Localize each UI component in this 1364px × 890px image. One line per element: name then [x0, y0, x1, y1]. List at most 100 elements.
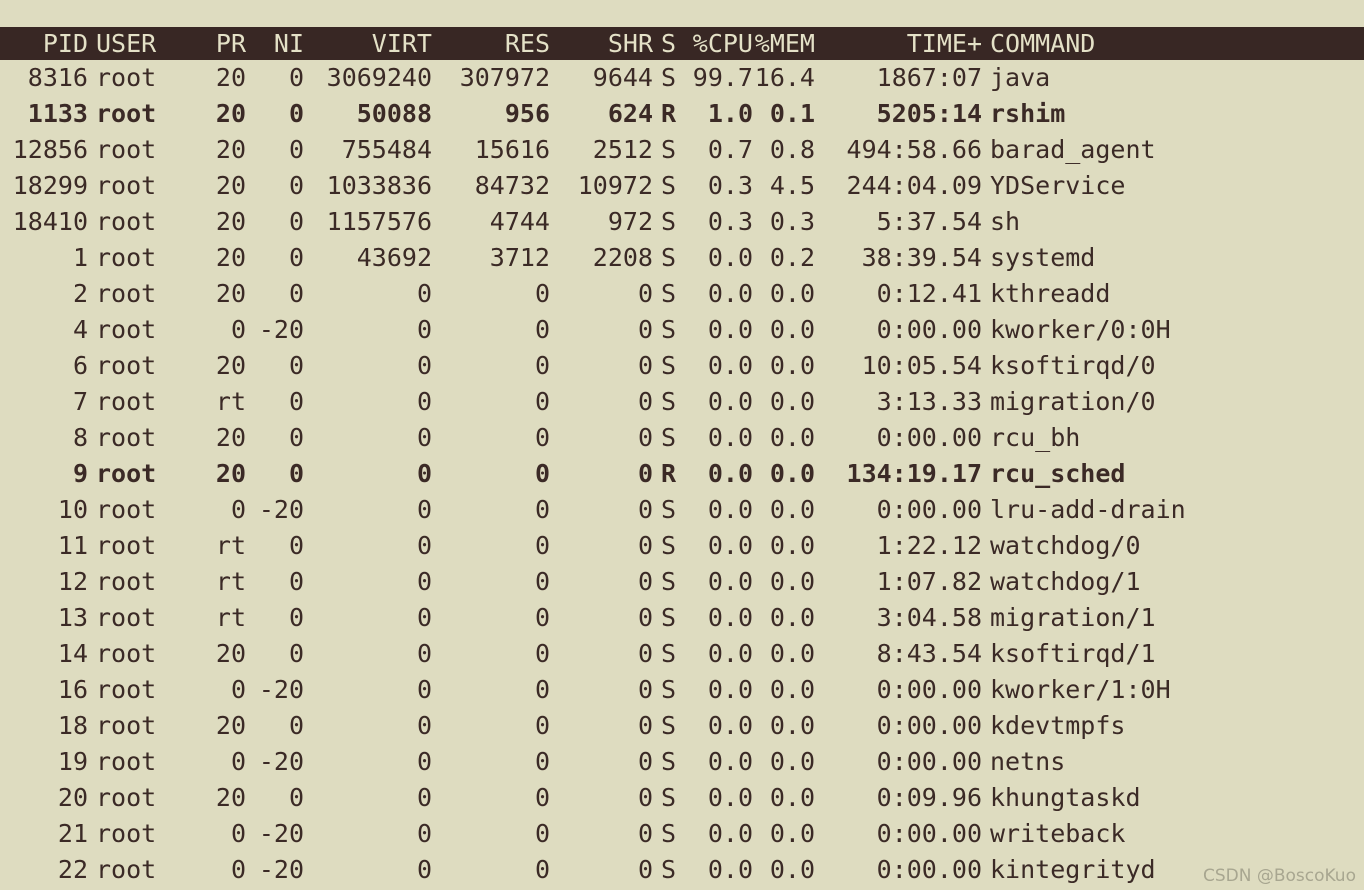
cell-pid: 8 [72, 423, 88, 452]
cell-pr: 20 [215, 423, 246, 452]
column-header-s[interactable]: S [653, 27, 691, 60]
cell-res: 0 [534, 819, 550, 848]
cell-mem: 16.4 [754, 63, 815, 92]
cell-pr: rt [215, 567, 246, 596]
column-header-virt[interactable]: VIRT [304, 27, 432, 60]
column-header-pid[interactable]: PID [0, 27, 88, 60]
column-header-user[interactable]: USER [88, 27, 188, 60]
cell-ni: 0 [288, 711, 304, 740]
cell-command: kworker/0:0H [990, 315, 1171, 344]
cell-res: 0 [534, 675, 550, 704]
cell-mem: 0.0 [769, 351, 815, 380]
cell-time: 8:43.54 [876, 639, 982, 668]
cell-ni: 0 [288, 243, 304, 272]
table-row[interactable]: 16 root 0 -20 0 0 0 S 0.0 0.0 0:00.00 kworker/1:0H [0, 672, 1364, 708]
cell-pid: 14 [57, 639, 88, 668]
table-row[interactable]: 13 root rt 0 0 0 0 S 0.0 0.0 3:04.58 migration/1 [0, 600, 1364, 636]
cell-s: S [661, 855, 677, 884]
cell-mem: 0.0 [769, 531, 815, 560]
cell-shr: 0 [637, 279, 653, 308]
cell-cpu: 0.0 [707, 819, 753, 848]
cell-command: kthreadd [990, 279, 1111, 308]
table-row[interactable]: 18 root 20 0 0 0 0 S 0.0 0.0 0:00.00 kdevtmpfs [0, 708, 1364, 744]
table-row[interactable]: 19 root 0 -20 0 0 0 S 0.0 0.0 0:00.00 netns [0, 744, 1364, 780]
cell-command: rcu_bh [990, 423, 1081, 452]
cell-virt: 0 [416, 351, 432, 380]
cell-mem: 0.2 [769, 243, 815, 272]
table-row[interactable]: 11 root rt 0 0 0 0 S 0.0 0.0 1:22.12 watchdog/0 [0, 528, 1364, 564]
cell-pr: 20 [215, 135, 246, 164]
cell-mem: 0.0 [769, 423, 815, 452]
cell-ni: 0 [288, 171, 304, 200]
cell-res: 0 [534, 567, 550, 596]
cell-user: root [96, 639, 157, 668]
cell-shr: 0 [637, 351, 653, 380]
table-row[interactable]: 1 root 20 0 43692 3712 2208 S 0.0 0.2 38:39.54 syst… [0, 240, 1364, 276]
cell-time: 1:22.12 [876, 531, 982, 560]
cell-res: 0 [534, 495, 550, 524]
cell-s: S [661, 279, 677, 308]
cell-pr: 0 [230, 747, 246, 776]
cell-res: 0 [534, 747, 550, 776]
column-header-cpu[interactable]: %CPU [691, 27, 753, 60]
table-row[interactable]: 4 root 0 -20 0 0 0 S 0.0 0.0 0:00.00 kworker/0:0H [0, 312, 1364, 348]
cell-command: sh [990, 207, 1021, 236]
column-header-ni[interactable]: NI [246, 27, 304, 60]
table-row[interactable]: 7 root rt 0 0 0 0 S 0.0 0.0 3:13.33 migration/0 [0, 384, 1364, 420]
table-row[interactable]: 8316 root 20 0 3069240 307972 9644 S 99.716.4 186… [0, 60, 1364, 96]
cell-virt: 0 [416, 315, 432, 344]
table-row[interactable]: 8 root 20 0 0 0 0 S 0.0 0.0 0:00.00 rcu_bh [0, 420, 1364, 456]
table-row[interactable]: 9 root 20 0 0 0 0 R 0.0 0.0 134:19.17 rcu_sched [0, 456, 1364, 492]
cell-time: 3:04.58 [876, 603, 982, 632]
table-row[interactable]: 2 root 20 0 0 0 0 S 0.0 0.0 0:12.41 kthreadd [0, 276, 1364, 312]
cell-mem: 0.0 [769, 279, 815, 308]
table-row[interactable]: 22 root 0 -20 0 0 0 S 0.0 0.0 0:00.00 kintegrityd [0, 852, 1364, 888]
table-row[interactable]: 6 root 20 0 0 0 0 S 0.0 0.0 10:05.54 ksoftirqd/0 [0, 348, 1364, 384]
cell-ni: 0 [288, 135, 304, 164]
cell-ni: -20 [258, 495, 304, 524]
cell-ni: -20 [258, 855, 304, 884]
table-row[interactable]: 12856 root 20 0 755484 15616 2512 S 0.7 0.8 494:58… [0, 132, 1364, 168]
cell-res: 0 [534, 531, 550, 560]
cell-pid: 12856 [12, 135, 88, 164]
cell-command: watchdog/1 [990, 567, 1141, 596]
table-row[interactable]: 21 root 0 -20 0 0 0 S 0.0 0.0 0:00.00 writeback [0, 816, 1364, 852]
cell-ni: 0 [288, 459, 304, 488]
process-table-body: 8316 root 20 0 3069240 307972 9644 S 99.716.4 186… [0, 60, 1364, 888]
table-row[interactable]: 1133 root 20 0 50088 956 624 R 1.0 0.1 5205:14 rshi… [0, 96, 1364, 132]
cell-pr: 20 [215, 459, 246, 488]
table-row[interactable]: 20 root 20 0 0 0 0 S 0.0 0.0 0:09.96 khungtaskd [0, 780, 1364, 816]
cell-res: 84732 [474, 171, 550, 200]
cell-pid: 12 [57, 567, 88, 596]
cell-ni: 0 [288, 639, 304, 668]
column-header-res[interactable]: RES [432, 27, 550, 60]
cell-mem: 0.0 [769, 387, 815, 416]
table-row[interactable]: 10 root 0 -20 0 0 0 S 0.0 0.0 0:00.00 lru-add-drain [0, 492, 1364, 528]
cell-pid: 13 [57, 603, 88, 632]
cell-ni: 0 [288, 63, 304, 92]
cell-cpu: 0.0 [707, 675, 753, 704]
table-row[interactable]: 18299 root 20 0 1033836 84732 10972 S 0.3 4.5 244:… [0, 168, 1364, 204]
table-row[interactable]: 18410 root 20 0 1157576 4744 972 S 0.3 0.3 5:37.54… [0, 204, 1364, 240]
column-header-command[interactable]: COMMAND [982, 27, 1290, 60]
cell-pr: 20 [215, 711, 246, 740]
cell-user: root [96, 711, 157, 740]
cell-time: 38:39.54 [861, 243, 982, 272]
column-header-shr[interactable]: SHR [550, 27, 653, 60]
cell-user: root [96, 387, 157, 416]
table-row[interactable]: 12 root rt 0 0 0 0 S 0.0 0.0 1:07.82 watchdog/1 [0, 564, 1364, 600]
cell-res: 0 [534, 279, 550, 308]
table-row[interactable]: 14 root 20 0 0 0 0 S 0.0 0.0 8:43.54 ksoftirqd/1 [0, 636, 1364, 672]
cell-cpu: 0.0 [707, 459, 753, 488]
cell-pid: 21 [57, 819, 88, 848]
cell-shr: 0 [637, 315, 653, 344]
column-header-time[interactable]: TIME+ [815, 27, 982, 60]
column-header-pr[interactable]: PR [188, 27, 246, 60]
cell-ni: 0 [288, 423, 304, 452]
column-header-mem[interactable]: %MEM [753, 27, 815, 60]
cell-pr: 20 [215, 783, 246, 812]
cell-pid: 6 [72, 351, 88, 380]
cell-command: writeback [990, 819, 1126, 848]
cell-time: 0:12.41 [876, 279, 982, 308]
cell-shr: 0 [637, 639, 653, 668]
